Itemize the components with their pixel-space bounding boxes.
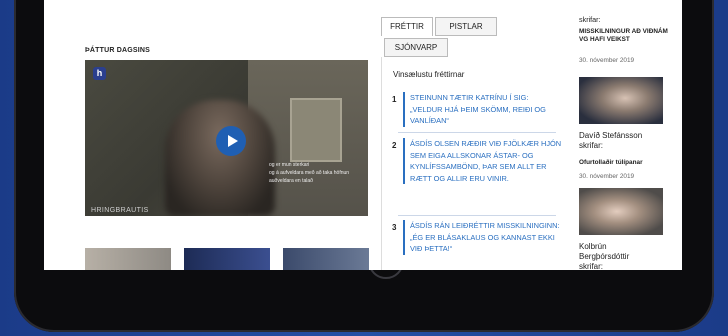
author-name[interactable]: Bergþórsdóttir [579,252,629,262]
section-label: ÞÁTTUR DAGSINS [85,47,151,54]
column-date: 30. nóvember 2019 [579,173,635,180]
video-wall-art [290,98,342,162]
news-rank: 1 [392,95,397,104]
channel-logo-icon: h [93,67,106,80]
video-caption-line: og á aufveldara með að taka höfnun [269,170,350,176]
tablet-screen: ÞÁTTUR DAGSINS h og er mun sterkari og á… [44,0,682,270]
tab-columns[interactable]: PISTLAR [435,17,497,36]
video-caption-line: auðveldara en talað [269,178,313,184]
divider [398,132,556,133]
divider [398,215,556,216]
tab-news[interactable]: FRÉTTIR [381,17,433,36]
news-rank: 3 [392,223,397,232]
news-link[interactable]: ÁSDÍS OLSEN RÆÐIR VIÐ FJÖLKÆR HJÓN SEM E… [403,138,562,184]
video-caption: og er mun sterkari og á aufveldara með a… [269,161,349,185]
writes-label: skrifar: [579,15,601,24]
author-photo[interactable] [579,188,663,235]
writes-label: skrifar: [579,262,603,270]
video-brand: HRINGBRAUTIS [91,207,149,214]
video-thumbnail[interactable] [85,248,171,270]
video-player[interactable]: h og er mun sterkari og á aufveldara með… [85,60,368,216]
popular-news-panel: Vinsælustu fréttirnar 1 STEINUNN TÆTIR K… [381,57,565,270]
play-icon[interactable] [216,126,246,156]
news-rank: 2 [392,141,397,150]
video-thumbnail[interactable] [184,248,270,270]
video-thumbnail[interactable] [283,248,369,270]
tab-tv[interactable]: SJÓNVARP [384,38,448,57]
video-caption-line: og er mun sterkari [269,162,310,168]
panel-title: Vinsælustu fréttirnar [393,70,465,79]
author-name[interactable]: Davíð Stefánsson [579,131,642,141]
column-headline[interactable]: MISSKILNINGUR AÐ VIÐNÁM VG HAFI VEIKST [579,28,669,44]
news-link[interactable]: STEINUNN TÆTIR KATRÍNU Í SIG: „VELDUR HJ… [403,92,562,127]
news-link[interactable]: ÁSDÍS RÁN LEIÐRÉTTIR MISSKILNINGINN: „ÉG… [403,220,562,255]
column-headline[interactable]: Ofurtollaðir túlípanar [579,159,643,167]
writes-label: skrifar: [579,141,603,150]
video-blurred-person [165,100,275,216]
column-date: 30. nóvember 2019 [579,57,635,64]
author-name[interactable]: Kolbrún [579,242,607,252]
author-photo[interactable] [579,77,663,124]
